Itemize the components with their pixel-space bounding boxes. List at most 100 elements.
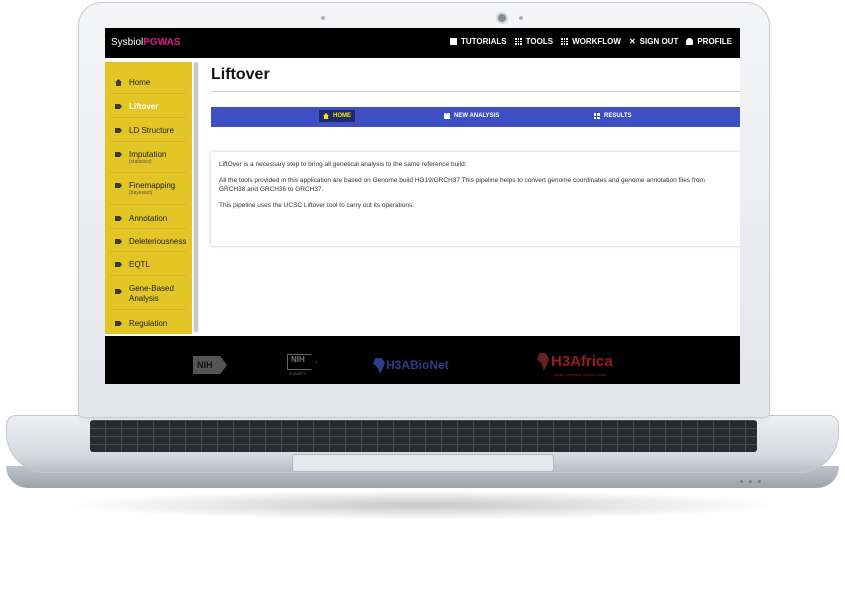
tab-home[interactable]: HOME [319,110,355,122]
laptop-trackpad [292,454,554,472]
tab-results[interactable]: RESULTS [590,110,636,122]
sidebar-item-annotation[interactable]: Annotation [105,214,167,223]
sidebar-item-label: Deleteriousness [129,237,187,246]
content-card: LiftOver is a necessary step to bring al… [211,152,740,246]
nav-sign-out-label: SIGN OUT [639,37,679,46]
tag-icon [115,128,122,133]
sidebar-item-text: Imputation (statistics) [129,150,166,165]
nav-profile-label: PROFILE [697,37,732,46]
close-icon: ✕ [628,37,636,46]
home-icon [115,79,122,86]
nav-tools[interactable]: TOOLS [514,37,554,46]
user-icon [686,38,694,45]
led-dot [740,480,743,483]
sidebar-item-eqtl[interactable]: EQTL [105,260,150,269]
nih-logo-text: NIH [197,360,213,370]
footer-logos: NIH NIH FOGARTY H3ABioNet H3Africa Human… [105,336,740,384]
tag-icon [115,262,122,267]
top-nav-menu: TUTORIALS TOOLS WORKFLOW ✕ SIGN OUT PROF… [450,37,732,46]
sidebar-divider [110,309,186,310]
h3abionet-logo: H3ABioNet [373,358,449,374]
intro-paragraph: LiftOver is a necessary step to bring al… [219,161,467,168]
tab-bar: HOME NEW ANALYSIS RESULTS [211,107,740,127]
sidebar-item-regulation[interactable]: Regulation [105,319,167,328]
sidebar-item-ld-structure[interactable]: LD Structure [105,126,174,135]
africa-map-icon [373,358,385,374]
tag-icon [115,104,122,109]
h3abionet-logo-text: H3ABioNet [386,358,449,373]
nav-profile[interactable]: PROFILE [686,37,732,46]
sensor-dot [321,16,325,20]
tag-icon [115,321,122,326]
sidebar-item-label: Imputation [129,150,167,159]
sidebar-divider [110,93,186,94]
sidebar-divider [110,228,186,229]
sidebar-item-label-line2: Analysis [129,294,159,303]
top-navbar: SysbiolPGWAS TUTORIALS TOOLS WORKFLOW ✕ … [105,28,740,58]
workflow-icon [561,38,569,45]
tab-new-analysis-label: NEW ANALYSIS [454,113,500,119]
nav-sign-out[interactable]: ✕ SIGN OUT [629,37,678,46]
sidebar-divider [110,251,186,252]
sidebar: Home Liftover LD Structure Imputation (s… [105,62,192,334]
add-icon [444,111,450,119]
nav-tutorials[interactable]: TUTORIALS [450,37,507,46]
app-screen: SysbiolPGWAS TUTORIALS TOOLS WORKFLOW ✕ … [105,28,740,384]
sidebar-scrollbar-thumb[interactable] [194,62,198,332]
sidebar-divider [110,117,186,118]
sidebar-divider [110,172,186,173]
sidebar-item-label: Liftover [129,102,159,111]
sidebar-item-label: Finemapping [129,181,176,190]
nih-logo: NIH [193,356,227,374]
home-icon [323,113,329,119]
led-dot [749,480,752,483]
h3africa-logo: H3Africa [537,353,613,372]
brand-prefix: Sysbiol [111,37,144,48]
sidebar-divider [110,141,186,142]
sidebar-item-label: Regulation [129,319,168,328]
tab-new-analysis[interactable]: NEW ANALYSIS [440,110,503,122]
sidebar-divider [110,275,186,276]
sidebar-item-label: Gene-Based [129,284,174,293]
sidebar-item-sub: (bayesian) [129,190,153,196]
sidebar-item-finemapping[interactable]: Finemapping (bayesian) [105,181,175,196]
led-dot [758,480,761,483]
brand-logo[interactable]: SysbiolPGWAS [111,37,180,48]
grid-icon [514,38,522,45]
tag-icon [115,216,122,221]
build-paragraph: All the tools provided in this applicati… [219,177,705,193]
sidebar-item-text: Gene-Based Analysis [129,284,174,304]
brand-suffix: PGWAS [143,37,181,48]
sidebar-item-label: Annotation [129,214,168,223]
tab-results-label: RESULTS [604,113,632,119]
sidebar-item-sub: (statistics) [129,159,152,165]
tool-paragraph: This pipeline uses the UCSC Liftover too… [219,202,415,209]
nav-workflow[interactable]: WORKFLOW [561,37,621,46]
nav-tools-label: TOOLS [525,37,554,46]
tag-icon [115,239,122,244]
laptop-shadow [60,490,785,520]
tag-icon [115,183,122,188]
tag-icon [115,289,122,294]
tag-icon [115,152,122,157]
sidebar-item-label: EQTL [129,260,150,269]
nih-fogarty-logo: NIH [287,354,317,370]
webcam-icon [496,12,508,24]
sidebar-item-home[interactable]: Home [105,78,150,87]
book-icon [450,38,458,45]
sidebar-item-deleteriousness[interactable]: Deleteriousness [105,237,186,246]
africa-map-icon [537,353,549,372]
laptop-keyboard [90,420,757,452]
sidebar-item-gene-based-analysis[interactable]: Gene-Based Analysis [105,284,174,304]
sensor-dot [519,16,523,20]
laptop-leds [740,480,761,483]
sidebar-item-label: Home [129,78,151,87]
nav-tutorials-label: TUTORIALS [461,37,507,46]
nih-fogarty-logo-text: NIH [291,355,305,364]
sidebar-item-liftover[interactable]: Liftover [105,102,158,111]
sidebar-item-imputation[interactable]: Imputation (statistics) [105,150,166,165]
h3africa-logo-text: H3Africa [551,353,613,370]
fogarty-label: FOGARTY [289,372,306,376]
table-icon [594,113,600,119]
h3africa-tagline: Human Heredity & Health in Africa [553,373,607,377]
